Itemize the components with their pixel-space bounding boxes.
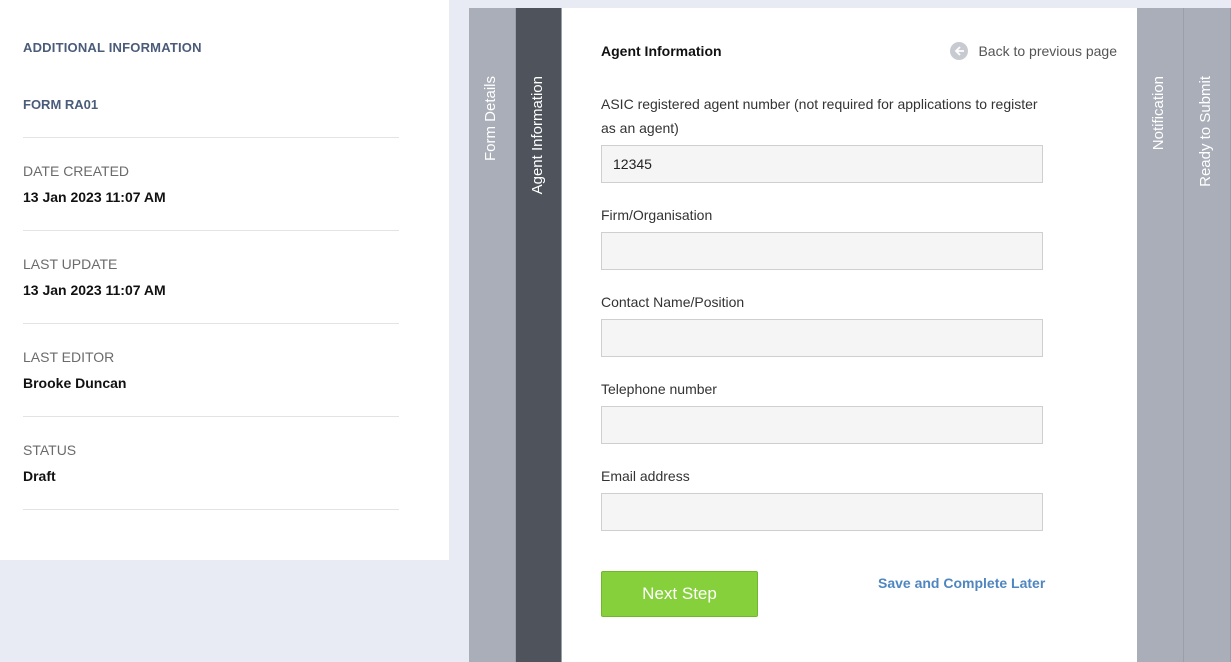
- last-update-label: LAST UPDATE: [23, 256, 118, 272]
- last-editor-label: LAST EDITOR: [23, 349, 115, 365]
- step-tab-agent-information[interactable]: Agent Information: [516, 8, 562, 662]
- date-created-label: DATE CREATED: [23, 163, 130, 179]
- last-update-value: 13 Jan 2023 11:07 AM: [23, 282, 166, 298]
- next-step-button[interactable]: Next Step: [601, 571, 758, 617]
- step-tab-ready-to-submit[interactable]: Ready to Submit: [1184, 8, 1231, 662]
- firm-organisation-label: Firm/Organisation: [601, 207, 713, 223]
- contact-name-input[interactable]: [601, 319, 1043, 357]
- step-tab-label: Agent Information: [528, 76, 546, 195]
- section-title: Agent Information: [601, 43, 722, 59]
- back-link-label: Back to previous page: [978, 43, 1117, 59]
- contact-name-label: Contact Name/Position: [601, 294, 745, 310]
- status-label: STATUS: [23, 442, 77, 458]
- divider: [23, 509, 399, 510]
- divider: [23, 137, 399, 138]
- telephone-input[interactable]: [601, 406, 1043, 444]
- step-tab-label: Ready to Submit: [1197, 76, 1214, 187]
- divider: [23, 230, 399, 231]
- status-value: Draft: [23, 468, 56, 484]
- agent-information-form: Agent Information Back to previous page …: [562, 8, 1137, 662]
- asic-agent-number-label: ASIC registered agent number (not requir…: [601, 96, 1038, 136]
- step-tab-label: Form Details: [482, 76, 499, 162]
- step-tab-form-details[interactable]: Form Details: [469, 8, 516, 662]
- email-label: Email address: [601, 468, 690, 484]
- divider: [23, 323, 399, 324]
- step-tab-notification[interactable]: Notification: [1137, 8, 1184, 662]
- save-and-complete-later-link[interactable]: Save and Complete Later: [878, 575, 1045, 591]
- form-code: FORM RA01: [23, 97, 99, 112]
- firm-organisation-input[interactable]: [601, 232, 1043, 270]
- asic-agent-number-input[interactable]: [601, 145, 1043, 183]
- arrow-left-icon: [950, 42, 969, 60]
- step-tab-label: Notification: [1150, 76, 1167, 151]
- email-input[interactable]: [601, 493, 1043, 531]
- back-to-previous-link[interactable]: Back to previous page: [950, 42, 1117, 60]
- divider: [23, 416, 399, 417]
- additional-information-panel: ADDITIONAL INFORMATION FORM RA01 DATE CR…: [0, 0, 449, 560]
- date-created-value: 13 Jan 2023 11:07 AM: [23, 189, 166, 205]
- telephone-label: Telephone number: [601, 381, 717, 397]
- last-editor-value: Brooke Duncan: [23, 375, 127, 391]
- panel-heading: ADDITIONAL INFORMATION: [23, 40, 202, 55]
